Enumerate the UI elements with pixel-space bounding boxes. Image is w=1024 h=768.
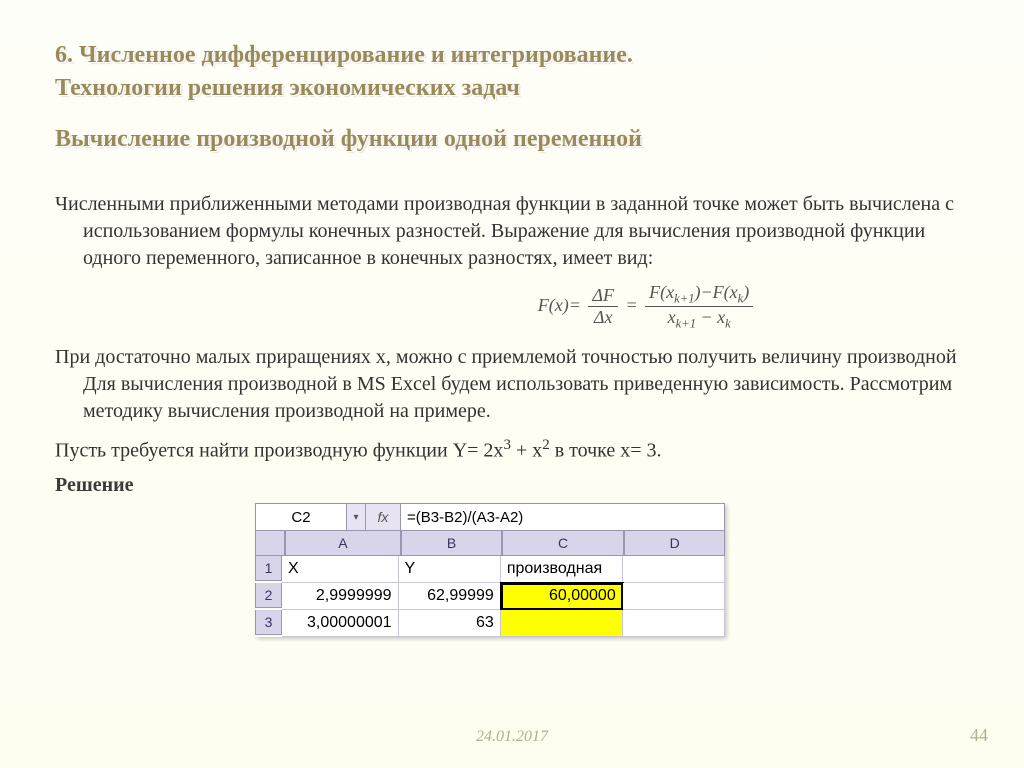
cell-C2-selected[interactable]: 60,00000 — [501, 583, 623, 610]
row-header-3[interactable]: 3 — [255, 610, 282, 635]
title-line-1: 6. Численное дифференцирование и интегри… — [55, 40, 979, 71]
formula-eq: = — [625, 295, 637, 315]
cell-D2[interactable] — [623, 583, 725, 610]
excel-screenshot: C2 ▾ fx =(B3-B2)/(A3-A2) A B C D 1 X Y п… — [255, 503, 725, 637]
title-subtitle: Вычисление производной функции одной пер… — [55, 124, 979, 155]
cell-B1[interactable]: Y — [399, 556, 501, 583]
title-line-2: Технологии решения экономических задач — [55, 73, 979, 104]
cell-A3[interactable]: 3,00000001 — [282, 610, 399, 637]
footer-date: 24.01.2017 — [0, 728, 1024, 746]
finite-difference-formula: F(x)= ΔF Δx = F(xk+1)−F(xk) xk+1 − xk — [55, 282, 979, 332]
paragraph-2: При достаточно малых приращениях x, можн… — [55, 344, 979, 425]
formula-den1: Δx — [588, 307, 618, 328]
cell-C3[interactable] — [501, 610, 623, 637]
namebox-dropdown-icon[interactable]: ▾ — [347, 504, 366, 530]
col-header-D[interactable]: D — [624, 531, 725, 556]
cell-C1[interactable]: производная — [501, 556, 623, 583]
row-header-2[interactable]: 2 — [255, 583, 282, 608]
select-all-corner[interactable] — [255, 531, 285, 556]
row-header-1[interactable]: 1 — [255, 556, 282, 581]
footer-page-number: 44 — [970, 725, 988, 746]
slide-title: 6. Численное дифференцирование и интегри… — [55, 40, 979, 156]
col-header-C[interactable]: C — [502, 531, 624, 556]
cell-A2[interactable]: 2,9999999 — [282, 583, 399, 610]
col-header-B[interactable]: B — [401, 531, 502, 556]
formula-den2: xk+1 − xk — [645, 307, 753, 332]
cell-B2[interactable]: 62,99999 — [399, 583, 501, 610]
formula-num1: ΔF — [588, 285, 618, 307]
col-header-A[interactable]: A — [285, 531, 402, 556]
cell-D1[interactable] — [623, 556, 725, 583]
excel-formula-bar[interactable]: =(B3-B2)/(A3-A2) — [401, 504, 724, 530]
paragraph-1: Численными приближенными методами произв… — [55, 191, 979, 272]
solution-label: Решение — [55, 474, 979, 497]
cell-B3[interactable]: 63 — [399, 610, 501, 637]
formula-lead: F(x)= — [538, 295, 581, 315]
paragraph-3: Пусть требуется найти производную функци… — [55, 435, 979, 465]
fx-icon[interactable]: fx — [366, 504, 401, 530]
cell-A1[interactable]: X — [282, 556, 399, 583]
formula-num2: F(xk+1)−F(xk) — [645, 282, 753, 308]
cell-D3[interactable] — [623, 610, 725, 637]
excel-name-box[interactable]: C2 — [256, 504, 347, 530]
